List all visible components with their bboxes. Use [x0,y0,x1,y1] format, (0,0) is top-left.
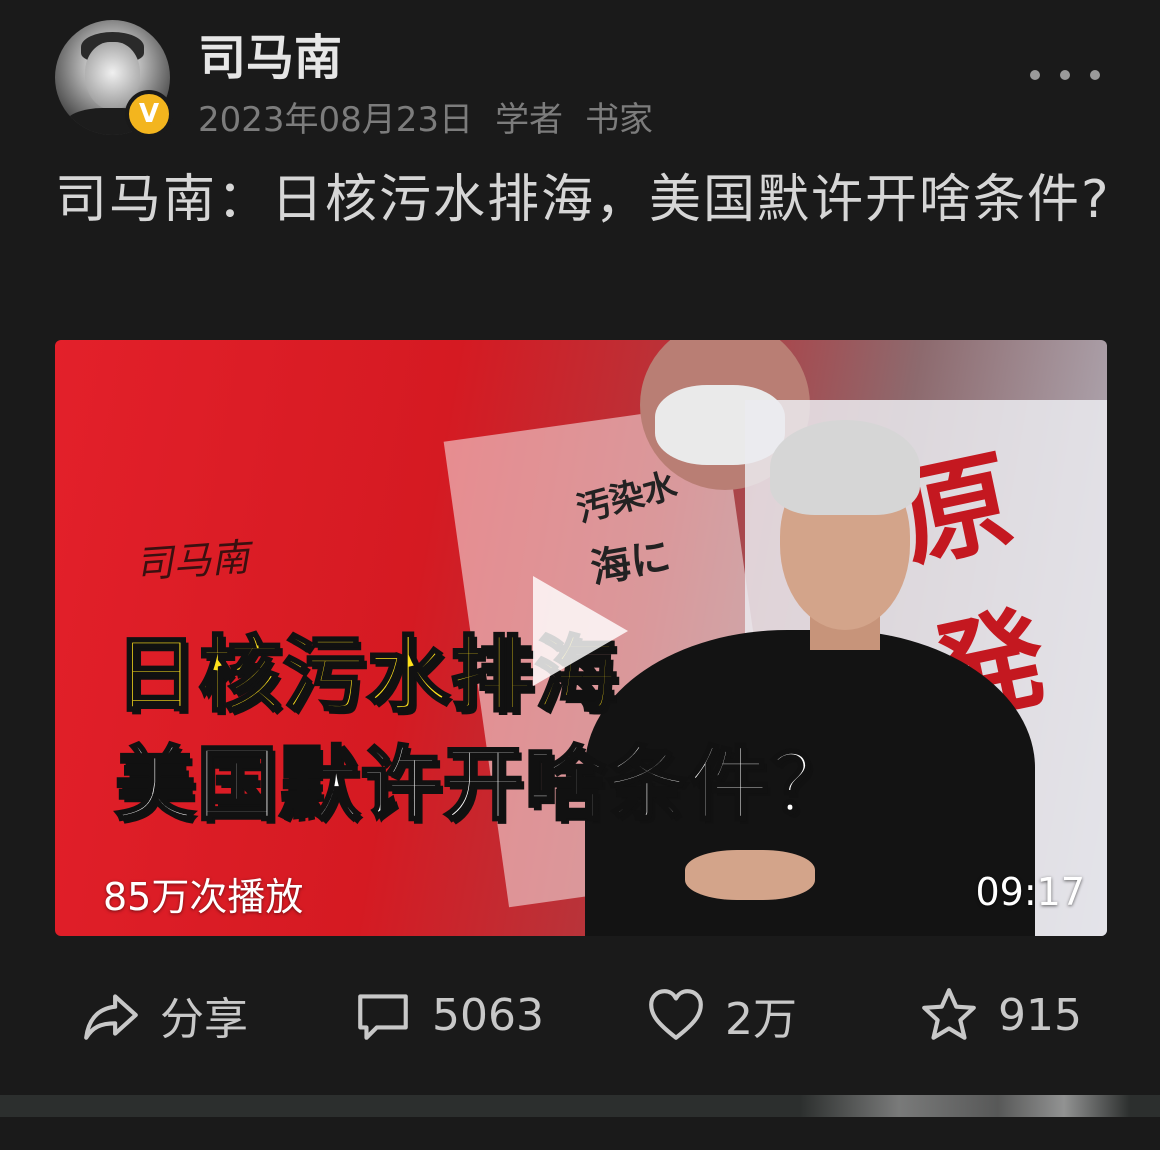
favorite-button[interactable]: 915 [918,975,1082,1055]
more-icon[interactable] [1030,55,1100,95]
verified-icon: V [125,90,173,138]
favorite-count: 915 [998,989,1082,1041]
author-tag: 学者 [495,100,564,140]
share-label: 分享 [160,994,248,1045]
action-bar: 分享 5063 2万 915 [0,975,1160,1055]
video-duration: 09:17 [975,870,1085,914]
video-thumbnail[interactable]: 原発 汚染水 海に 司马南 日核污水排海 美国默许开啥条件？ 85万次播放 09… [55,340,1107,936]
post-title[interactable]: 司马南：日核污水排海，美国默许开啥条件? [55,160,1115,240]
play-count: 85万次播放 [103,875,304,919]
like-icon [649,989,703,1040]
share-button[interactable]: 分享 [80,975,248,1055]
play-icon[interactable] [533,576,628,686]
comment-button[interactable]: 5063 [352,975,544,1055]
favorite-icon [922,988,976,1040]
post-meta: 2023年08月23日 学者 书家 [198,92,675,141]
post-header: V 司马南 2023年08月23日 学者 书家 [0,0,1160,150]
blurred-watermark [800,1095,1130,1117]
author-tag: 书家 [585,100,654,140]
bottom-divider [0,1095,1160,1117]
share-icon [84,994,138,1040]
comment-count: 5063 [432,989,544,1041]
author-name[interactable]: 司马南 [198,18,342,88]
like-button[interactable]: 2万 [645,975,797,1055]
like-count: 2万 [725,994,797,1045]
presenter [585,420,1035,936]
comment-icon [358,994,408,1040]
post-date: 2023年08月23日 [198,100,474,140]
signature: 司马南 [133,535,251,587]
thumbnail-subheadline: 美国默许开啥条件？ [114,737,853,833]
